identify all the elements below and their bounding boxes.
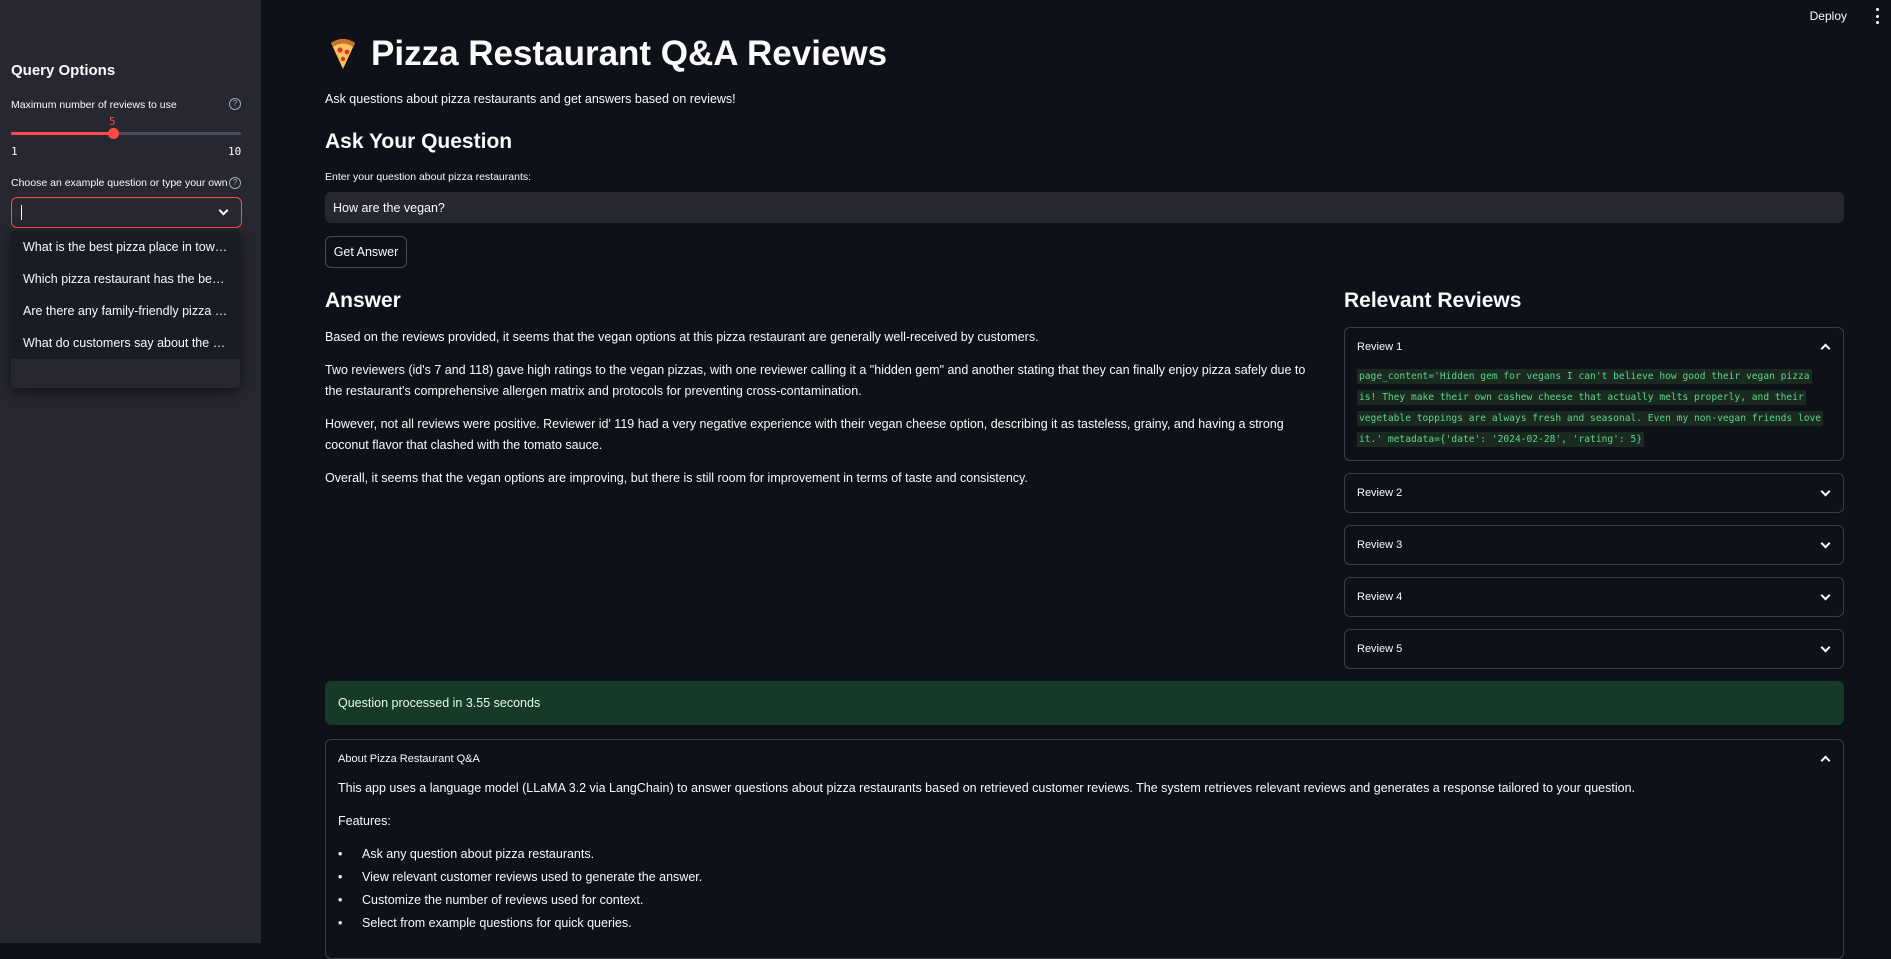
review-label: Review 3	[1357, 539, 1403, 551]
pizza-icon	[327, 37, 359, 71]
question-input-label: Enter your question about pizza restaura…	[325, 171, 532, 183]
review-content: page_content='Hidden gem for vegans I ca…	[1357, 366, 1831, 450]
help-icon[interactable]: ?	[229, 98, 241, 110]
text-caret	[21, 205, 22, 220]
example-question-select[interactable]	[11, 197, 242, 228]
chevron-down-icon[interactable]	[1820, 538, 1831, 549]
review-header[interactable]: Review 4	[1345, 578, 1843, 616]
review-expander: Review 1 page_content='Hidden gem for ve…	[1344, 327, 1844, 461]
chevron-up-icon[interactable]	[1820, 755, 1831, 766]
slider-label: Maximum number of reviews to use	[11, 99, 177, 111]
about-description: This app uses a language model (LLaMA 3.…	[338, 781, 1636, 795]
page-title: Pizza Restaurant Q&A Reviews	[327, 34, 887, 74]
features-label: Features:	[338, 814, 391, 828]
feature-text: View relevant customer reviews used to g…	[362, 870, 703, 884]
dropdown-option[interactable]: What do customers say about the se...	[11, 327, 240, 359]
review-text: page_content='Hidden gem for vegans I ca…	[1357, 369, 1824, 447]
answer-paragraph: Overall, it seems that the vegan options…	[325, 471, 1028, 485]
review-header[interactable]: Review 1	[1345, 328, 1843, 366]
answer-paragraph: Based on the reviews provided, it seems …	[325, 330, 1039, 344]
slider-max: 10	[228, 145, 242, 158]
deploy-button[interactable]: Deploy	[1810, 9, 1847, 23]
chevron-up-icon[interactable]	[1820, 343, 1831, 354]
question-input[interactable]	[325, 192, 1844, 223]
review-expander[interactable]: Review 4	[1344, 577, 1844, 617]
dropdown-option[interactable]: Which pizza restaurant has the best ...	[11, 263, 240, 295]
about-header[interactable]: About Pizza Restaurant Q&A	[326, 740, 1843, 778]
answer-heading: Answer	[325, 289, 401, 312]
answer-paragraph: However, not all reviews were positive. …	[325, 417, 1284, 452]
main-menu-icon[interactable]	[1873, 8, 1881, 24]
review-label: Review 1	[1357, 341, 1403, 353]
slider-value: 5	[109, 115, 116, 128]
status-message: Question processed in 3.55 seconds	[325, 681, 1844, 725]
slider-min: 1	[11, 145, 18, 158]
help-icon[interactable]: ?	[229, 177, 241, 189]
main-area: Deploy Pizza Restaurant Q&A Reviews Ask …	[261, 0, 1891, 959]
about-expander: About Pizza Restaurant Q&A This app uses…	[325, 739, 1844, 959]
ask-heading: Ask Your Question	[325, 130, 513, 153]
review-expander[interactable]: Review 2	[1344, 473, 1844, 513]
feature-text: Ask any question about pizza restaurants…	[362, 847, 595, 861]
slider-fill	[11, 132, 114, 135]
chevron-down-icon[interactable]	[1820, 590, 1831, 601]
page-subtitle: Ask questions about pizza restaurants an…	[325, 92, 736, 106]
sidebar-title: Query Options	[11, 62, 116, 79]
select-dropdown: What is the best pizza place in town? Whi…	[11, 231, 240, 388]
get-answer-button[interactable]: Get Answer	[325, 236, 407, 268]
review-label: Review 5	[1357, 643, 1403, 655]
answer-paragraph: Two reviewers (id's 7 and 118) gave high…	[325, 363, 1306, 398]
page-title-text: Pizza Restaurant Q&A Reviews	[371, 34, 888, 73]
sidebar: Query Options Maximum number of reviews …	[0, 0, 261, 943]
slider-thumb[interactable]	[108, 128, 120, 139]
feature-text: Customize the number of reviews used for…	[362, 893, 644, 907]
review-expander[interactable]: Review 5	[1344, 629, 1844, 669]
reviews-heading: Relevant Reviews	[1344, 289, 1522, 312]
review-header[interactable]: Review 5	[1345, 630, 1843, 668]
chevron-down-icon[interactable]	[218, 205, 229, 216]
dropdown-option[interactable]: What is the best pizza place in town?	[11, 231, 240, 263]
review-header[interactable]: Review 2	[1345, 474, 1843, 512]
dropdown-list: What is the best pizza place in town? Whi…	[11, 231, 240, 359]
chevron-down-icon[interactable]	[1820, 642, 1831, 653]
reviews-slider[interactable]	[11, 128, 241, 139]
about-label: About Pizza Restaurant Q&A	[338, 753, 480, 765]
review-expander[interactable]: Review 3	[1344, 525, 1844, 565]
feature-text: Select from example questions for quick …	[362, 916, 632, 930]
review-label: Review 2	[1357, 487, 1403, 499]
select-label: Choose an example question or type your …	[11, 177, 228, 189]
chevron-down-icon[interactable]	[1820, 486, 1831, 497]
dropdown-option[interactable]: Are there any family-friendly pizza p...	[11, 295, 240, 327]
review-header[interactable]: Review 3	[1345, 526, 1843, 564]
review-label: Review 4	[1357, 591, 1403, 603]
